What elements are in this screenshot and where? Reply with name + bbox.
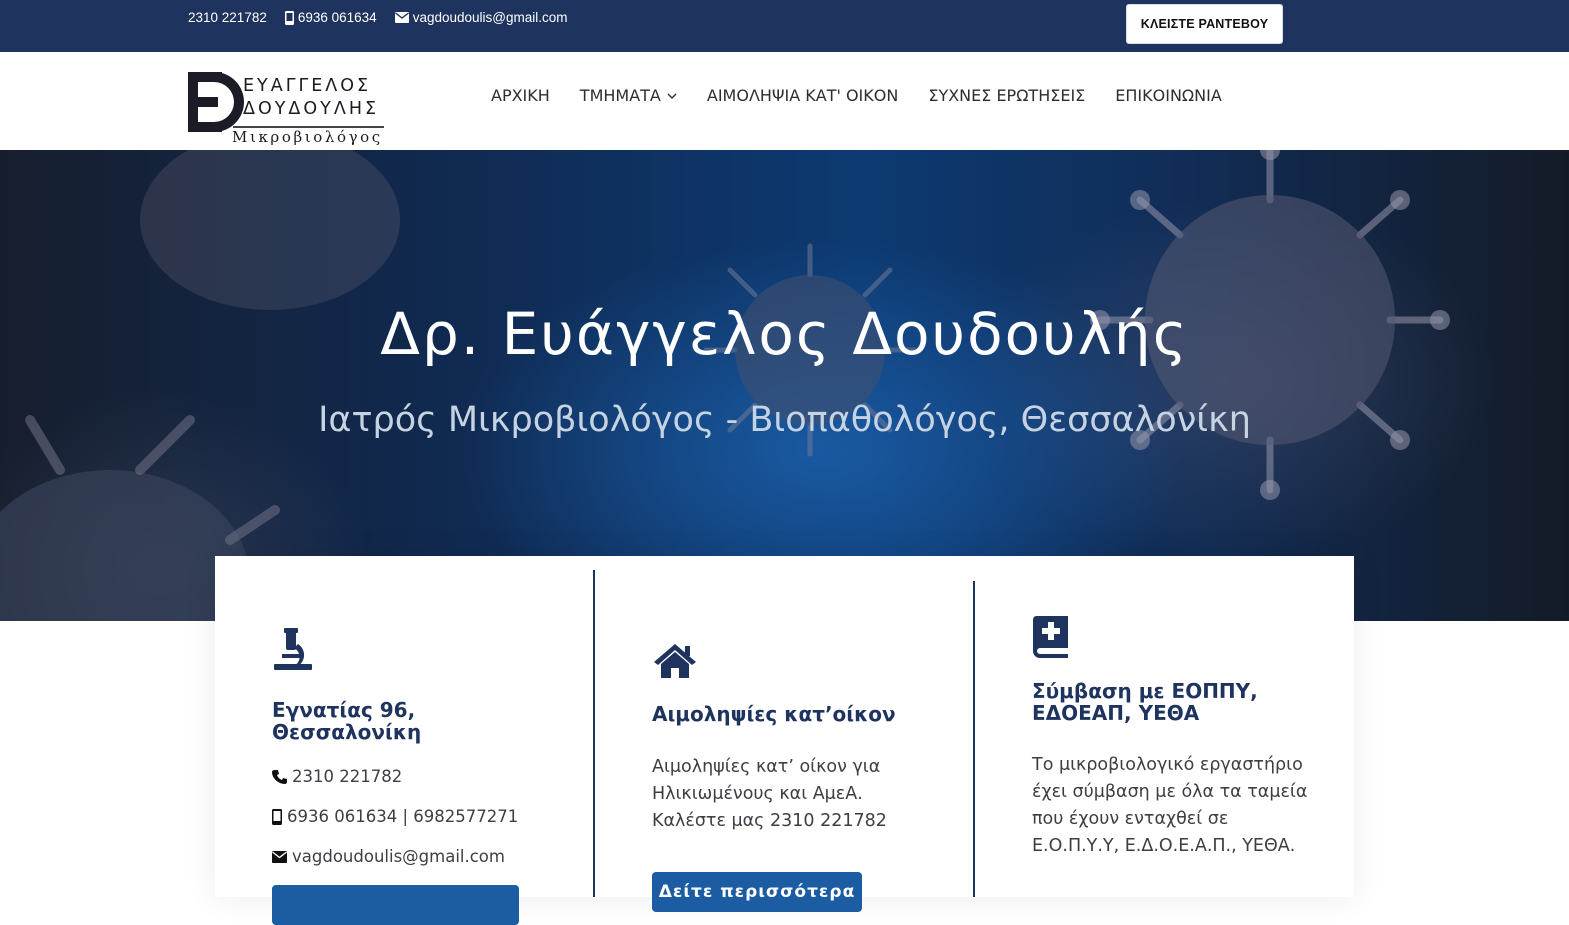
chevron-down-icon: [667, 93, 677, 99]
nav-item-faq[interactable]: ΣΥΧΝΕΣ ΕΡΩΤΗΣΕΙΣ: [928, 86, 1085, 105]
address-card: Εγνατίας 96, Θεσσαλονίκη 2310 221782 693…: [215, 556, 594, 925]
contract-card: Σύμβαση με ΕΟΠΠΥ, ΕΔΟΕΑΠ, ΥΕΘΑ Το μικροβ…: [975, 556, 1354, 897]
card-phone[interactable]: 2310 221782: [272, 767, 402, 786]
contract-title-line-2: ΕΔΟΕΑΠ, ΥΕΘΑ: [1032, 701, 1200, 725]
home-icon: [654, 644, 696, 678]
contract-text: Το μικροβιολογικό εργαστήριο έχει σύμβασ…: [1032, 755, 1308, 856]
logo-line-3: Μικροβιολόγος: [232, 128, 383, 146]
nav-item-contact[interactable]: ΕΠΙΚΟΙΝΩΝΙΑ: [1115, 86, 1222, 105]
nav-item-departments[interactable]: ΤΜΗΜΑΤΑ: [580, 86, 677, 105]
nav-item-home-blood-draw[interactable]: ΑΙΜΟΛΗΨΙΑ ΚΑΤ' ΟΙΚΟΝ: [707, 86, 898, 105]
book-appointment-button[interactable]: ΚΛΕΙΣΤΕ ΡΑΝΤΕΒΟΥ: [1126, 4, 1283, 44]
nav-item-label: ΤΜΗΜΑΤΑ: [579, 86, 661, 105]
phone-icon: [272, 770, 287, 784]
envelope-icon: [394, 12, 409, 23]
top-bar: 2310 221782 6936 061634 vagdoudoulis@gma…: [0, 0, 1569, 52]
logo-line-1: ΕΥΑΓΓΕΛΟΣ: [243, 76, 372, 96]
nav-item-home[interactable]: ΑΡΧΙΚΗ: [491, 86, 550, 105]
card-email-text: vagdoudoulis@gmail.com: [292, 847, 505, 866]
hero-banner: Δρ. Ευάγγελος Δουδουλής Ιατρός Μικροβιολ…: [0, 150, 1569, 621]
home-service-more-button[interactable]: Δείτε περισσότερα: [652, 872, 862, 912]
home-service-text: Αιμοληψίες κατ’ οίκον για Ηλικιωμένους κ…: [652, 757, 887, 831]
top-mobile[interactable]: 6936 061634: [284, 10, 377, 25]
card-mobiles[interactable]: 6936 061634 | 6982577271: [272, 807, 518, 826]
home-service-title: Αιμοληψίες κατ’οίκον: [652, 702, 896, 726]
card-mobiles-text: 6936 061634 | 6982577271: [287, 807, 519, 826]
mobile-icon: [272, 808, 282, 825]
site-logo[interactable]: ΕΥΑΓΓΕΛΟΣ ΔΟΥΔΟΥΛΗΣ Μικροβιολόγος: [186, 68, 386, 150]
nav-item-label: ΣΥΧΝΕΣ ΕΡΩΤΗΣΕΙΣ: [928, 86, 1086, 105]
nav-item-label: ΑΡΧΙΚΗ: [491, 86, 550, 105]
contract-title: Σύμβαση με ΕΟΠΠΥ, ΕΔΟΕΑΠ, ΥΕΘΑ: [1032, 680, 1332, 724]
site-header: ΕΥΑΓΓΕΛΟΣ ΔΟΥΔΟΥΛΗΣ Μικροβιολόγος ΑΡΧΙΚΗ…: [0, 52, 1569, 150]
nav-item-label: ΕΠΙΚΟΙΝΩΝΙΑ: [1115, 86, 1222, 105]
top-contact-info: 2310 221782 6936 061634 vagdoudoulis@gma…: [188, 10, 567, 25]
contract-title-line-1: Σύμβαση με ΕΟΠΠΥ,: [1032, 679, 1258, 703]
top-email[interactable]: vagdoudoulis@gmail.com: [394, 10, 568, 25]
home-service-card: Αιμοληψίες κατ’οίκον Αιμοληψίες κατ’ οίκ…: [595, 556, 974, 912]
logo-line-2: ΔΟΥΔΟΥΛΗΣ: [243, 99, 380, 119]
hero-title: Δρ. Ευάγγελος Δουδουλής: [380, 300, 1189, 368]
address-title-line-1: Εγνατίας 96,: [272, 698, 416, 722]
hero-subtitle: Ιατρός Μικροβιολόγος - Βιοπαθολόγος, Θεσ…: [318, 400, 1251, 440]
address-more-button[interactable]: [272, 885, 519, 925]
top-phone-text: 2310 221782: [188, 10, 267, 25]
envelope-icon: [272, 850, 287, 863]
nav-item-label: ΑΙΜΟΛΗΨΙΑ ΚΑΤ' ΟΙΚΟΝ: [706, 86, 899, 105]
top-phone[interactable]: 2310 221782: [188, 10, 267, 25]
mobile-icon: [284, 10, 294, 25]
medical-book-icon: [1032, 616, 1068, 658]
address-title-line-2: Θεσσαλονίκη: [272, 720, 422, 744]
card-email[interactable]: vagdoudoulis@gmail.com: [272, 847, 505, 866]
address-title: Εγνατίας 96, Θεσσαλονίκη: [272, 699, 572, 743]
info-cards: Εγνατίας 96, Θεσσαλονίκη 2310 221782 693…: [215, 556, 1354, 925]
top-mobile-text: 6936 061634: [297, 10, 377, 25]
card-phone-text: 2310 221782: [292, 767, 403, 786]
top-email-text: vagdoudoulis@gmail.com: [412, 10, 568, 25]
main-nav: ΑΡΧΙΚΗ ΤΜΗΜΑΤΑ ΑΙΜΟΛΗΨΙΑ ΚΑΤ' ΟΙΚΟΝ ΣΥΧΝ…: [491, 86, 1252, 105]
microscope-icon: [274, 628, 312, 670]
